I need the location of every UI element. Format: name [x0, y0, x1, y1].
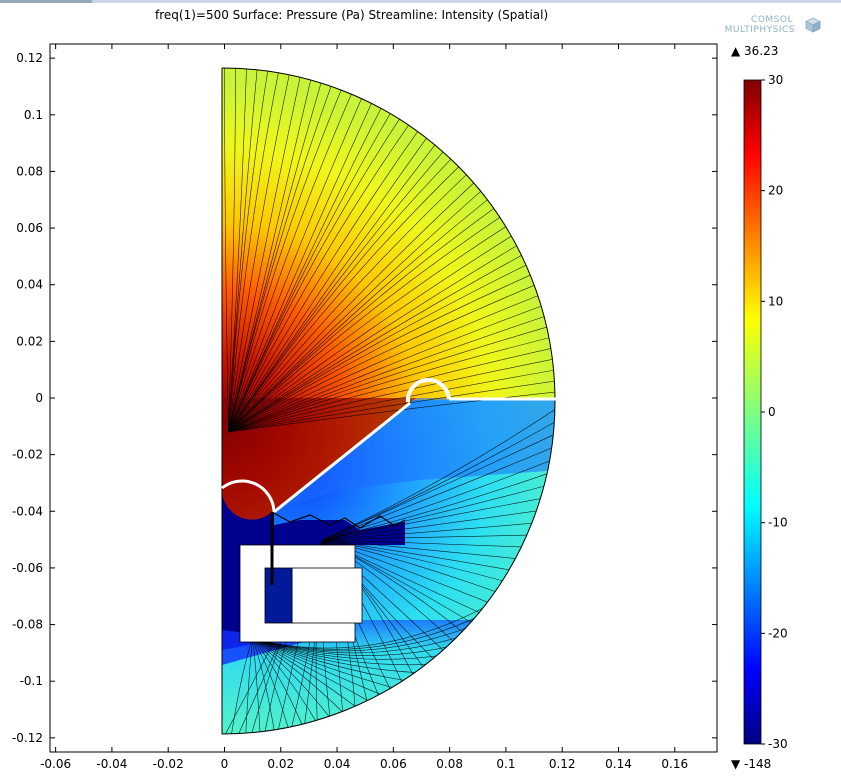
colorbar-tick-label: -10 — [768, 516, 788, 530]
y-tick-label: -0.04 — [12, 504, 43, 518]
x-tick-label: 0.06 — [380, 757, 407, 771]
y-tick-label: -0.02 — [12, 448, 43, 462]
chart-svg[interactable]: -0.06 -0.04 -0.02 0 0.02 0.04 0.06 0.08 0.1 0.12 0… — [0, 0, 841, 779]
colorbar-max-marker: ▲ 36.23 — [731, 44, 778, 58]
y-tick-label: 0.12 — [16, 51, 43, 65]
x-tick-label: -0.02 — [153, 757, 184, 771]
y-tick-label: 0.08 — [16, 164, 43, 178]
colorbar-ticks: 30 20 10 0 -10 -20 -30 — [761, 73, 788, 751]
y-tick-label: 0.04 — [16, 278, 43, 292]
x-tick-label: 0.04 — [324, 757, 351, 771]
x-tick-label: 0.02 — [267, 757, 294, 771]
voice-coil-gap — [264, 567, 293, 624]
x-tick-label: -0.04 — [96, 757, 127, 771]
colorbar — [743, 79, 762, 745]
x-tick-label: 0.08 — [436, 757, 463, 771]
x-tick-label: 0.14 — [605, 757, 632, 771]
colorbar-min-marker: ▼ -148 — [731, 757, 771, 771]
y-tick-label: -0.12 — [12, 731, 43, 745]
y-tick-label: -0.06 — [12, 561, 43, 575]
colorbar-tick-label: 10 — [768, 294, 783, 308]
x-tick-label: 0.1 — [496, 757, 515, 771]
x-tick-label: 0.16 — [661, 757, 688, 771]
magnet-block — [291, 567, 363, 624]
colorbar-tick-label: 20 — [768, 184, 783, 198]
y-tick-label: 0.06 — [16, 221, 43, 235]
y-tick-label: 0.02 — [16, 334, 43, 348]
colorbar-tick-label: 30 — [768, 73, 783, 87]
y-tick-label: -0.1 — [20, 674, 43, 688]
x-tick-label: 0.12 — [549, 757, 576, 771]
y-tick-label: 0.1 — [24, 108, 43, 122]
colorbar-tick-label: -20 — [768, 626, 788, 640]
colorbar-tick-label: 0 — [768, 405, 776, 419]
x-tick-label: 0 — [221, 757, 229, 771]
y-tick-label: 0 — [35, 391, 43, 405]
x-tick-label: -0.06 — [40, 757, 71, 771]
y-tick-label: -0.08 — [12, 618, 43, 632]
colorbar-tick-label: -30 — [768, 737, 788, 751]
